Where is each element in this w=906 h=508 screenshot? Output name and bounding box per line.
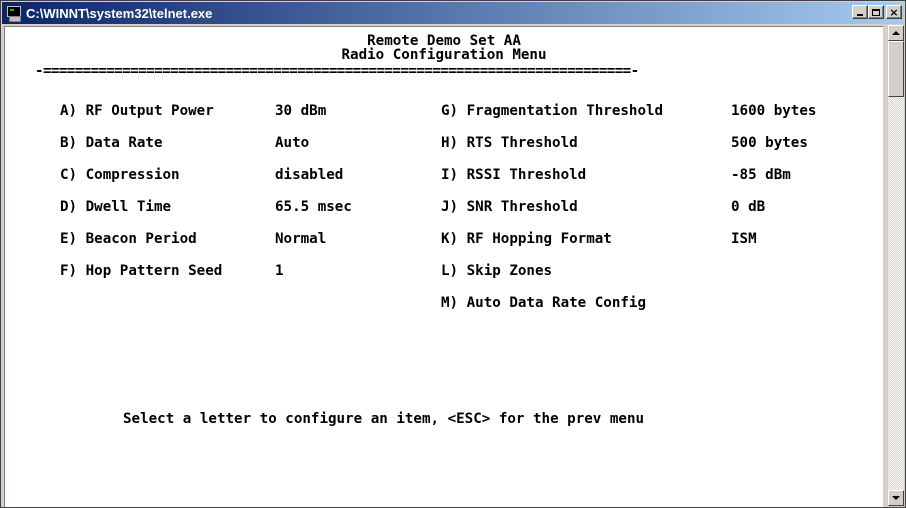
value-data-rate: Auto — [275, 135, 310, 151]
arrow-up-icon — [892, 31, 900, 35]
value-snr-threshold: 0 dB — [731, 199, 766, 215]
value-compression: disabled — [275, 167, 344, 183]
arrow-down-icon — [892, 496, 900, 500]
instruction-prompt: Select a letter to configure an item, <E… — [123, 411, 645, 427]
vertical-scrollbar[interactable] — [888, 25, 904, 506]
value-rssi-threshold: -85 dBm — [731, 167, 791, 183]
value-rf-output-power: 30 dBm — [275, 103, 327, 119]
close-button[interactable]: × — [886, 5, 902, 19]
value-rf-hopping-format: ISM — [731, 231, 757, 247]
menu-item-data-rate[interactable]: B) Data Rate — [60, 135, 163, 151]
value-dwell-time: 65.5 msec — [275, 199, 352, 215]
scroll-up-button[interactable] — [888, 25, 904, 41]
menu-item-fragmentation-threshold[interactable]: G) Fragmentation Threshold — [441, 103, 663, 119]
menu-item-rts-threshold[interactable]: H) RTS Threshold — [441, 135, 578, 151]
title-bar[interactable]: C:\WINNT\system32\telnet.exe × — [2, 2, 904, 24]
menu-item-compression[interactable]: C) Compression — [60, 167, 180, 183]
value-fragmentation-threshold: 1600 bytes — [731, 103, 817, 119]
minimize-icon — [857, 14, 863, 16]
menu-item-rssi-threshold[interactable]: I) RSSI Threshold — [441, 167, 586, 183]
menu-item-snr-threshold[interactable]: J) SNR Threshold — [441, 199, 578, 215]
terminal-area[interactable]: Remote Demo Set AA Radio Configuration M… — [4, 26, 883, 507]
scroll-thumb[interactable] — [888, 41, 904, 97]
telnet-window: C:\WINNT\system32\telnet.exe × Remote De… — [0, 0, 906, 508]
maximize-icon — [872, 8, 880, 16]
menu-item-auto-data-rate-config[interactable]: M) Auto Data Rate Config — [441, 295, 646, 311]
scroll-down-button[interactable] — [888, 490, 904, 506]
menu-item-rf-hopping-format[interactable]: K) RF Hopping Format — [441, 231, 612, 247]
minimize-button[interactable] — [852, 5, 868, 19]
menu-item-skip-zones[interactable]: L) Skip Zones — [441, 263, 552, 279]
menu-item-rf-output-power[interactable]: A) RF Output Power — [60, 103, 214, 119]
console-icon[interactable] — [6, 5, 22, 22]
value-beacon-period: Normal — [275, 231, 327, 247]
maximize-button[interactable] — [868, 5, 884, 19]
value-rts-threshold: 500 bytes — [731, 135, 808, 151]
value-hop-pattern-seed: 1 — [275, 263, 284, 279]
window-title: C:\WINNT\system32\telnet.exe — [26, 5, 213, 21]
menu-title: Radio Configuration Menu — [341, 47, 547, 63]
menu-item-hop-pattern-seed[interactable]: F) Hop Pattern Seed — [60, 263, 222, 279]
menu-item-dwell-time[interactable]: D) Dwell Time — [60, 199, 171, 215]
separator-line: -=======================================… — [35, 63, 639, 79]
close-icon: × — [889, 5, 899, 19]
menu-item-beacon-period[interactable]: E) Beacon Period — [60, 231, 197, 247]
